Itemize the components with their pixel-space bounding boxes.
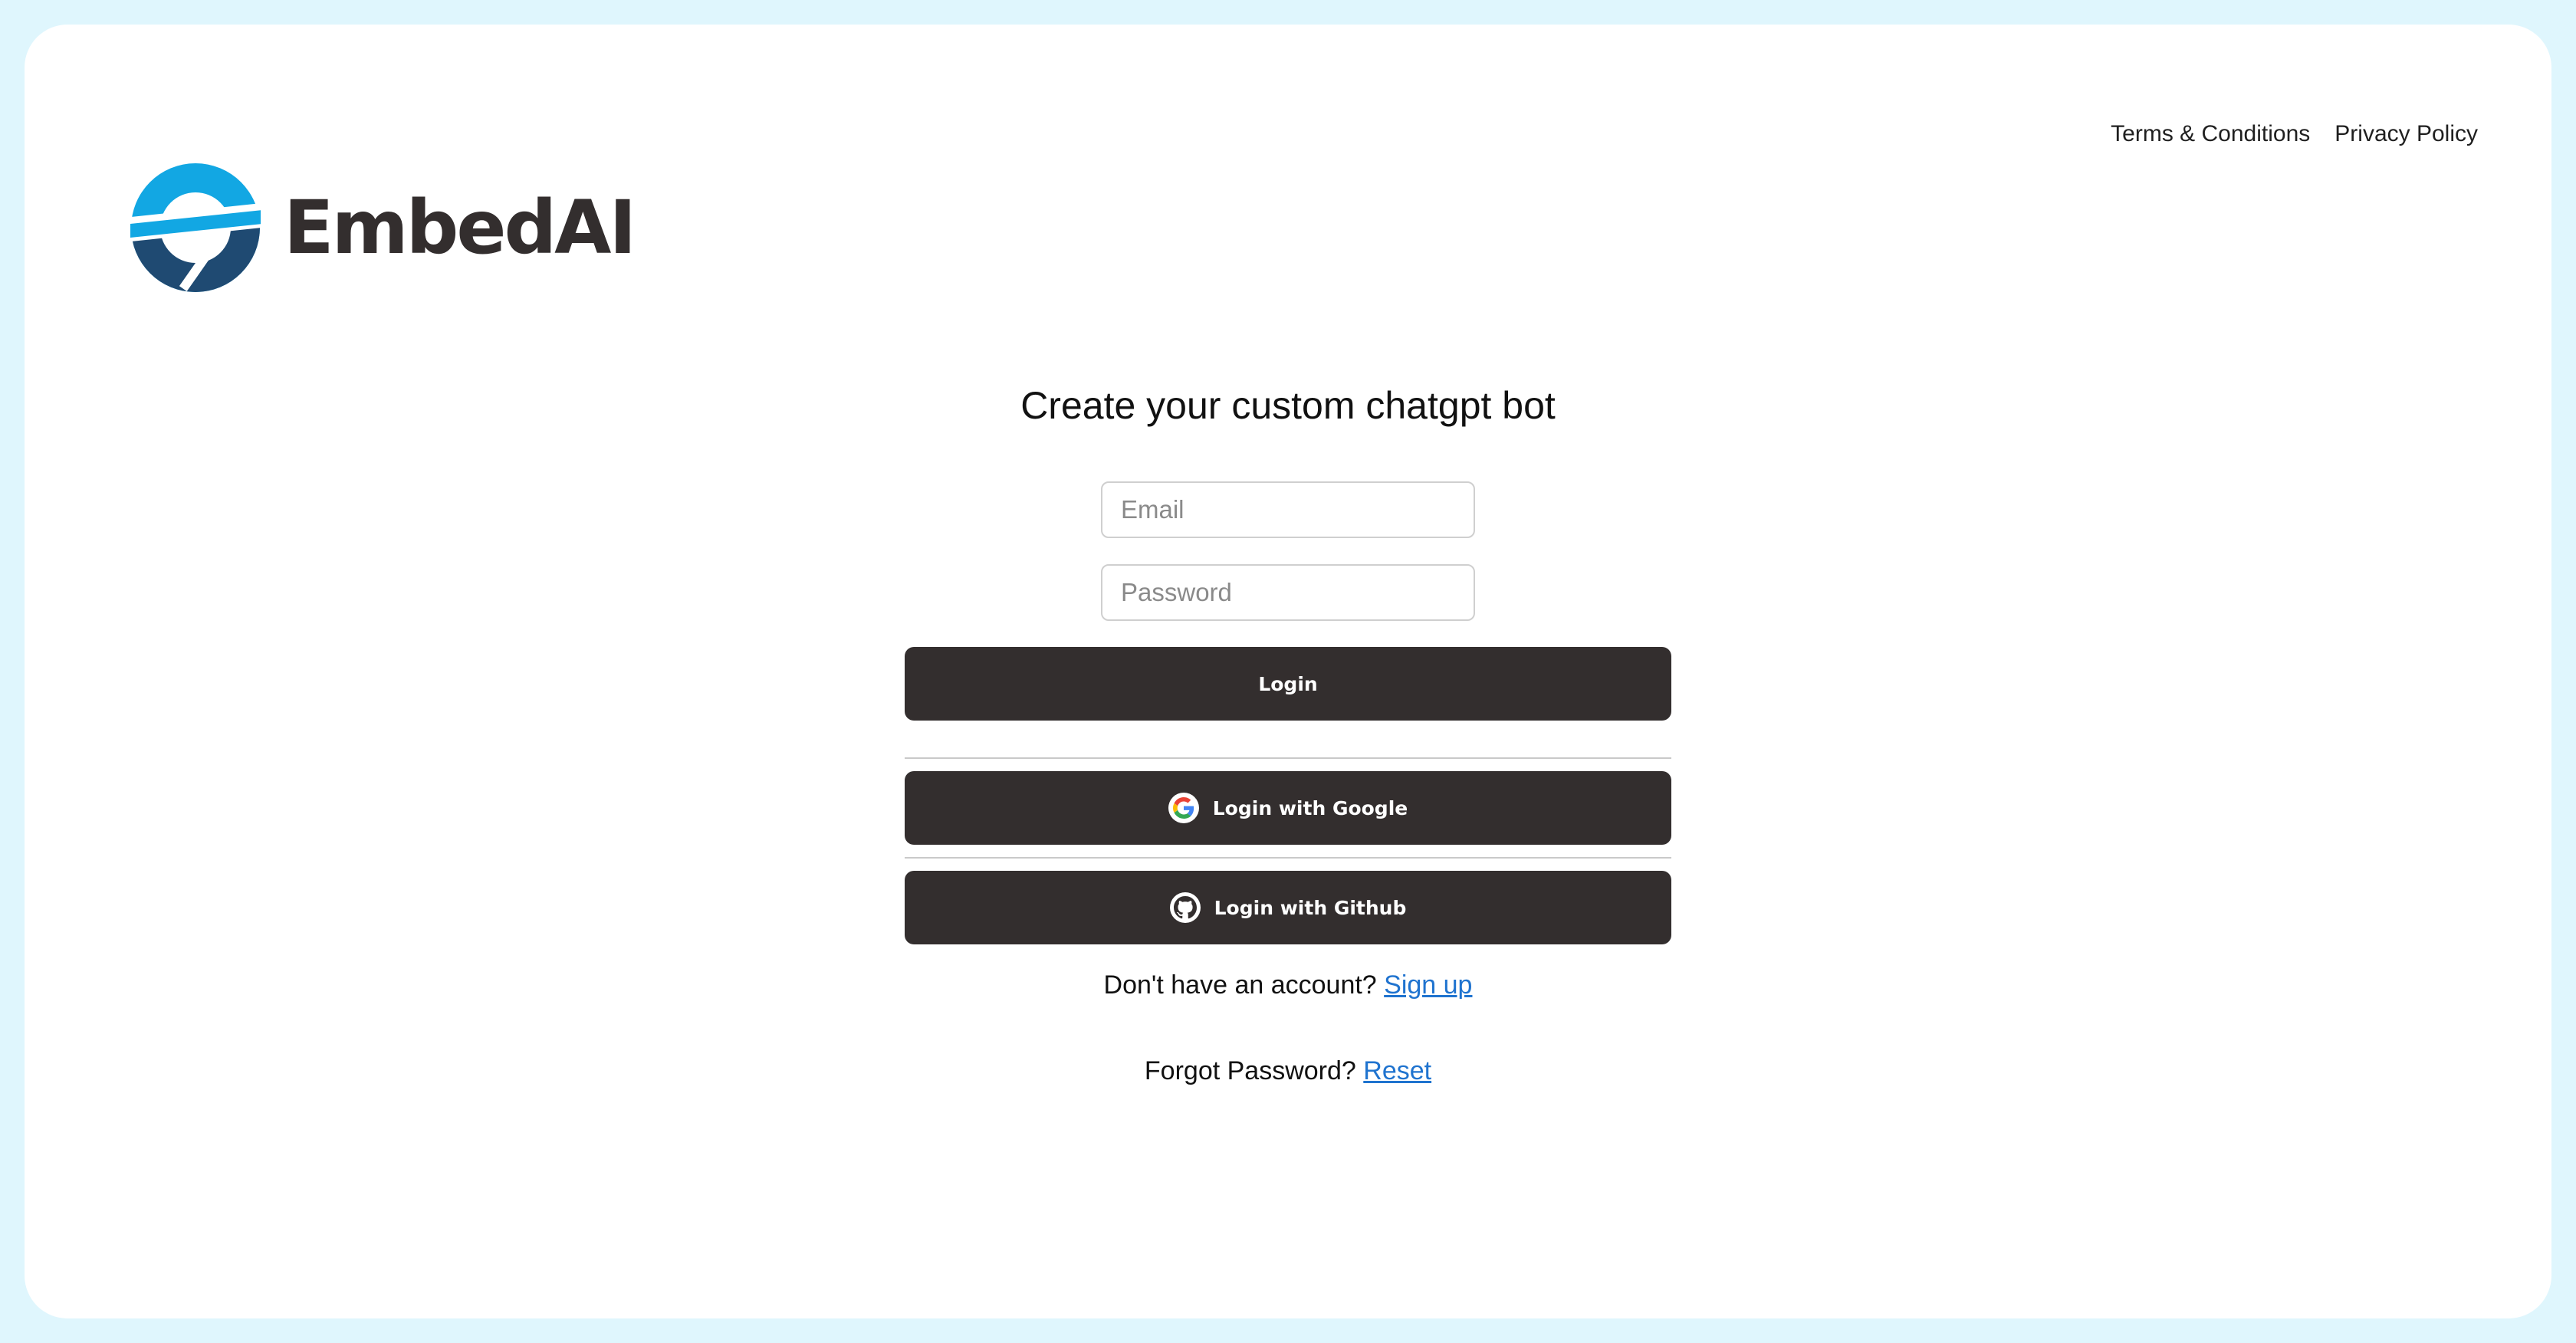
login-with-github-button[interactable]: Login with Github	[905, 871, 1671, 944]
email-field[interactable]	[1101, 481, 1475, 538]
page-title: Create your custom chatgpt bot	[1020, 384, 1556, 427]
login-with-google-button[interactable]: Login with Google	[905, 771, 1671, 845]
google-icon	[1168, 793, 1199, 823]
signup-prompt: Don't have an account? Sign up	[0, 970, 2576, 1000]
login-button[interactable]: Login	[905, 647, 1671, 721]
login-with-github-label: Login with Github	[1214, 896, 1407, 919]
login-button-label: Login	[1258, 672, 1318, 695]
login-with-google-label: Login with Google	[1212, 796, 1408, 819]
divider	[905, 857, 1671, 859]
reset-prompt: Forgot Password? Reset	[0, 1056, 2576, 1086]
password-field[interactable]	[1101, 564, 1475, 621]
reset-link[interactable]: Reset	[1363, 1056, 1431, 1085]
signup-prompt-text: Don't have an account?	[1103, 970, 1377, 1000]
github-icon	[1169, 892, 1201, 923]
reset-prompt-text: Forgot Password?	[1144, 1056, 1356, 1085]
signup-link[interactable]: Sign up	[1384, 970, 1472, 1000]
divider	[905, 757, 1671, 759]
